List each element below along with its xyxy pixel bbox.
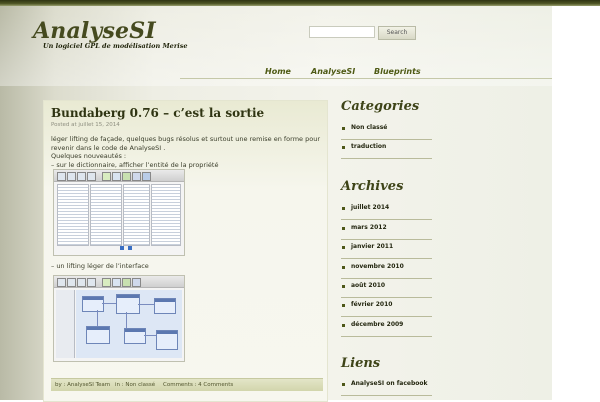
toolbar-sql-icon xyxy=(132,278,141,287)
category-item[interactable]: traduction xyxy=(341,139,432,159)
toolbar-sql-icon xyxy=(132,172,141,181)
bullet-icon xyxy=(342,127,345,130)
categories-heading: Categories xyxy=(341,99,420,114)
screenshot-interface[interactable] xyxy=(53,275,185,362)
bullet-icon xyxy=(342,207,345,210)
archives-heading: Archives xyxy=(341,179,404,194)
bullet-icon xyxy=(342,285,345,288)
bullet-icon xyxy=(342,323,345,327)
toolbar-save-icon xyxy=(77,172,86,181)
nav-item-blueprints[interactable]: Blueprints xyxy=(374,67,421,76)
search-input[interactable] xyxy=(309,26,375,38)
post-paragraph-news: Quelques nouveautés : xyxy=(51,152,127,160)
toolbar-open-icon xyxy=(67,278,76,287)
relation-line xyxy=(126,312,127,328)
archive-label[interactable]: février 2010 xyxy=(351,301,392,308)
bullet-icon xyxy=(342,265,345,269)
diagram-canvas xyxy=(76,290,182,358)
post-paragraph-dictionary: – sur le dictionnaire, afficher l’entité… xyxy=(51,160,219,169)
link-label[interactable]: AnalyseSI on facebook xyxy=(351,380,428,387)
dictionary-column xyxy=(90,184,122,246)
category-label[interactable]: traduction xyxy=(351,143,386,150)
screenshot-dictionary[interactable] xyxy=(53,169,185,256)
entity-box xyxy=(86,326,110,344)
archive-item[interactable]: février 2010 xyxy=(341,297,432,317)
screenshot-toolbar xyxy=(54,170,184,182)
toolbar-save-icon xyxy=(77,278,86,287)
post-article: Bundaberg 0.76 – c’est la sortie Posted … xyxy=(43,100,328,402)
category-label[interactable]: Non classé xyxy=(351,124,387,131)
relation-line xyxy=(138,304,154,305)
entity-box xyxy=(116,294,140,314)
toolbar-check-icon xyxy=(102,278,111,287)
post-comments-link[interactable]: Comments : 4 Comments xyxy=(163,382,233,388)
post-author: by : AnalyseSI Team xyxy=(55,382,111,388)
bullet-icon xyxy=(342,226,345,230)
dictionary-column xyxy=(151,184,181,246)
category-item[interactable]: Non classé xyxy=(341,120,432,140)
toolbar-print-icon xyxy=(87,278,96,287)
archive-label[interactable]: juillet 2014 xyxy=(351,204,389,211)
arrow-up-icon xyxy=(120,246,124,250)
entity-box xyxy=(82,296,104,312)
toolbar-grid-icon xyxy=(112,278,121,287)
diagram-palette xyxy=(56,290,75,358)
archive-label[interactable]: août 2010 xyxy=(351,282,385,289)
relation-line xyxy=(144,335,156,336)
toolbar-valid-icon xyxy=(122,172,131,181)
post-paragraph-intro: léger lifting de façade, quelques bugs r… xyxy=(51,135,321,152)
toolbar-valid-icon xyxy=(122,278,131,287)
dictionary-column xyxy=(123,184,150,246)
bullet-icon xyxy=(342,383,345,386)
nav-item-home[interactable]: Home xyxy=(265,67,291,76)
screenshot-toolbar xyxy=(54,276,184,288)
archive-item[interactable]: janvier 2011 xyxy=(341,239,432,259)
links-heading: Liens xyxy=(341,356,381,371)
post-title[interactable]: Bundaberg 0.76 – c’est la sortie xyxy=(51,106,264,120)
relation-line xyxy=(102,303,116,304)
site-tagline: Un logiciel GPL de modélisation Merise xyxy=(43,42,188,50)
archive-label[interactable]: décembre 2009 xyxy=(351,321,403,328)
toolbar-print-icon xyxy=(87,172,96,181)
post-date: Posted at juillet 15, 2014 xyxy=(51,122,120,128)
toolbar-grid-icon xyxy=(112,172,121,181)
toolbar-info-icon xyxy=(142,172,151,181)
post-category[interactable]: in : Non classé xyxy=(115,382,155,388)
archive-label[interactable]: janvier 2011 xyxy=(351,243,393,250)
site-title[interactable]: AnalyseSI xyxy=(33,18,156,44)
bullet-icon xyxy=(342,246,345,249)
toolbar-check-icon xyxy=(102,172,111,181)
archive-item[interactable]: novembre 2010 xyxy=(341,259,432,279)
archive-item[interactable]: décembre 2009 xyxy=(341,317,432,337)
entity-box xyxy=(124,328,146,344)
entity-box xyxy=(156,330,178,350)
nav-divider xyxy=(180,78,552,79)
bullet-icon xyxy=(342,304,345,307)
entity-box xyxy=(154,298,176,314)
arrow-down-icon xyxy=(128,246,132,250)
search-button[interactable]: Search xyxy=(378,26,416,40)
toolbar-new-icon xyxy=(57,172,66,181)
post-meta-bar: by : AnalyseSI Team in : Non classé Comm… xyxy=(51,378,323,391)
relation-line xyxy=(97,310,98,326)
archive-item[interactable]: août 2010 xyxy=(341,278,432,298)
post-paragraph-interface: – un lifting léger de l’interface xyxy=(51,262,149,270)
toolbar-open-icon xyxy=(67,172,76,181)
bullet-icon xyxy=(342,146,345,149)
dictionary-column xyxy=(57,184,89,246)
archive-label[interactable]: novembre 2010 xyxy=(351,263,404,270)
archive-label[interactable]: mars 2012 xyxy=(351,224,387,231)
archive-item[interactable]: mars 2012 xyxy=(341,220,432,240)
toolbar-new-icon xyxy=(57,278,66,287)
archive-item[interactable]: juillet 2014 xyxy=(341,200,432,220)
nav-item-analysesi[interactable]: AnalyseSI xyxy=(311,67,355,76)
link-item[interactable]: AnalyseSI on facebook xyxy=(341,376,432,396)
